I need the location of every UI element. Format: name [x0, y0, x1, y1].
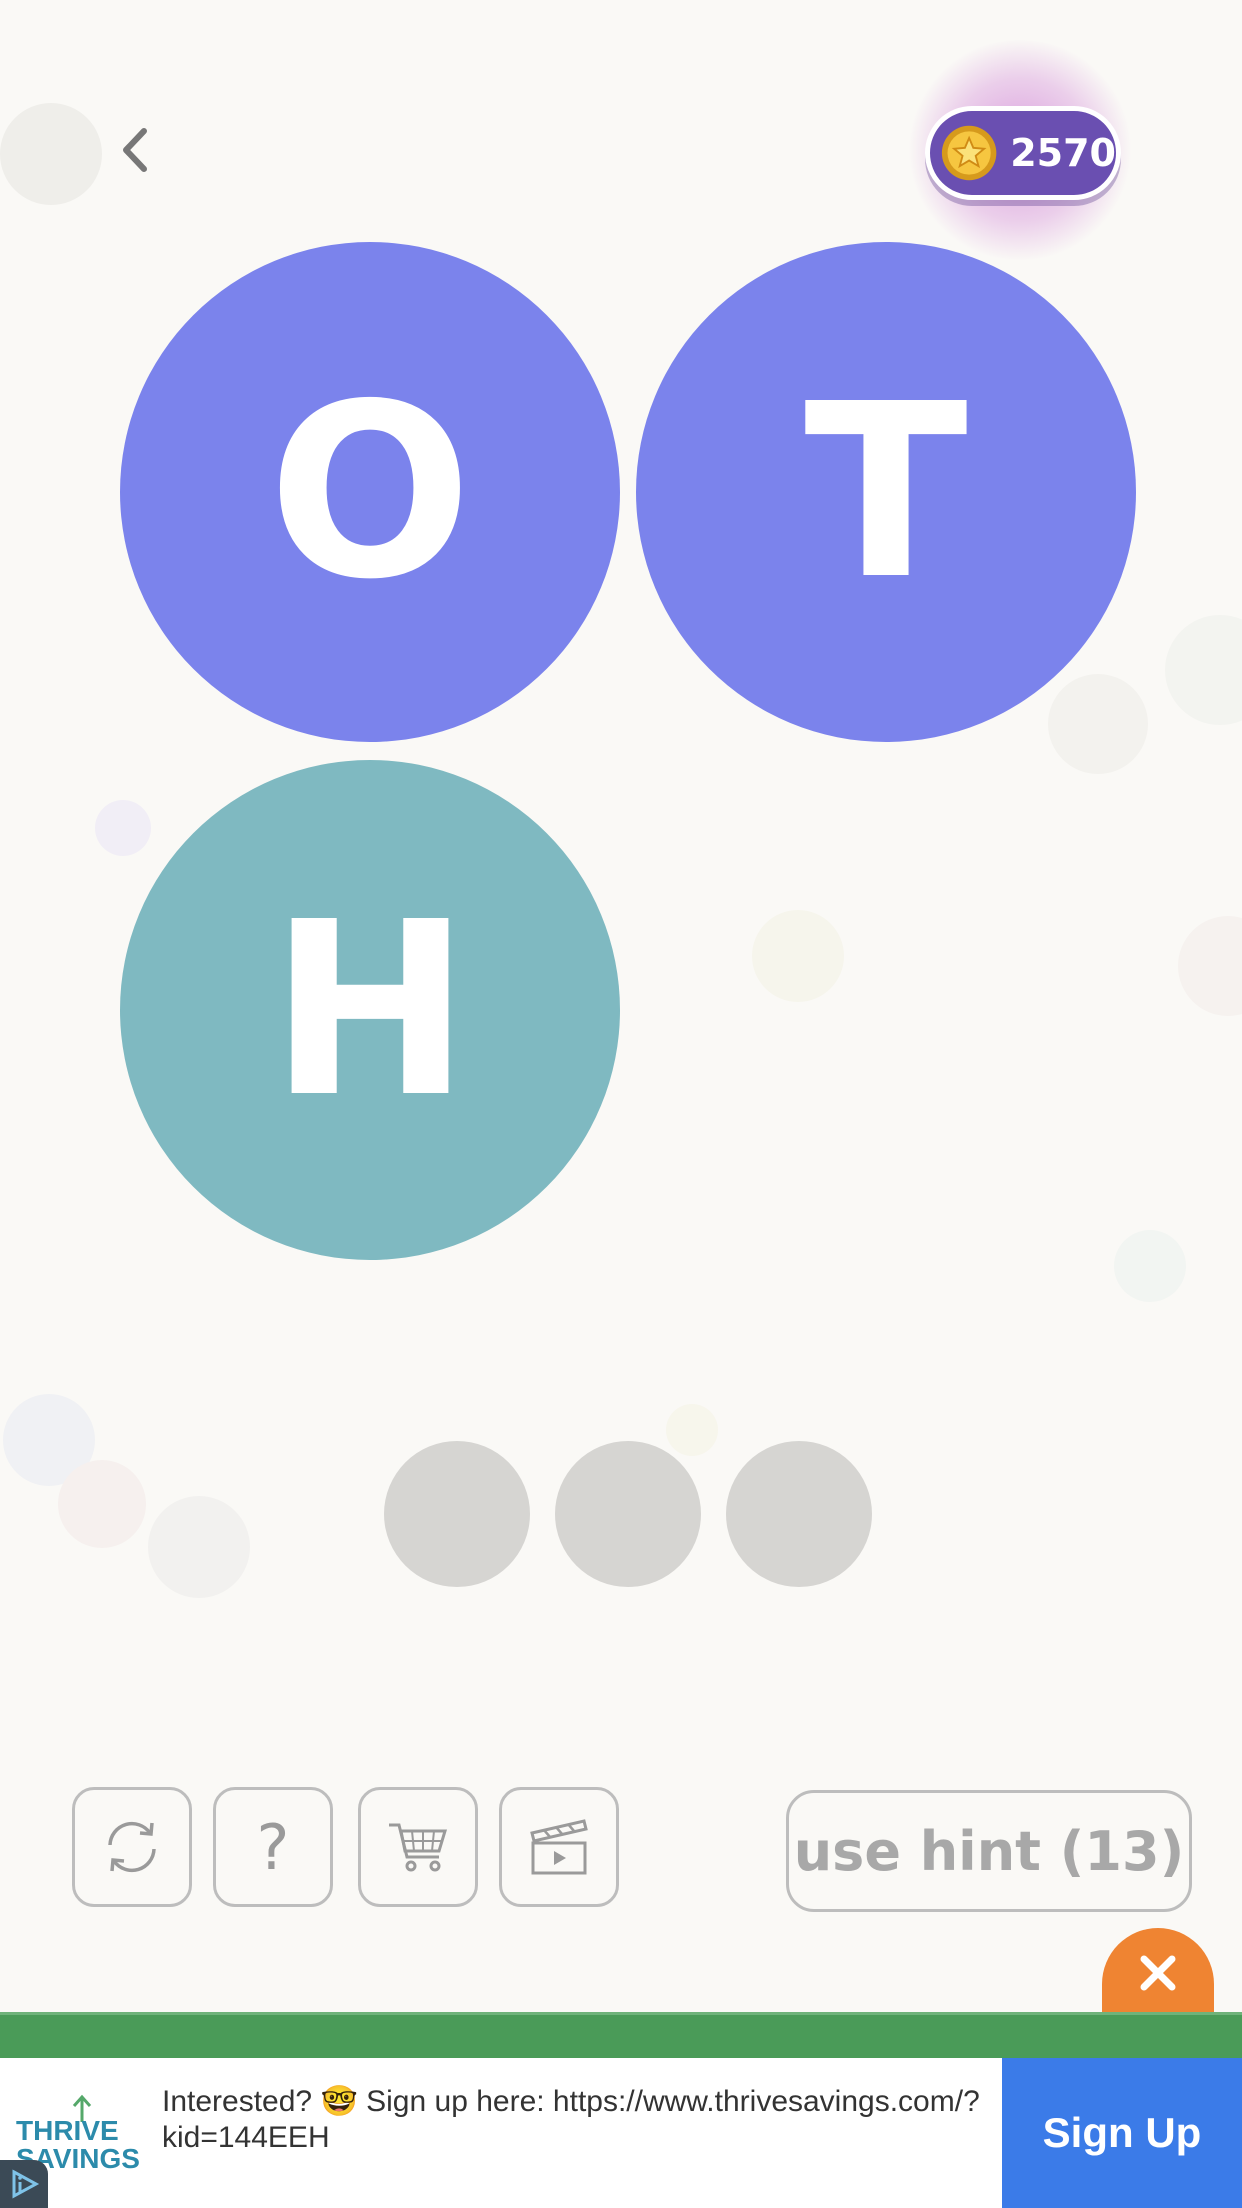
- answer-slot-1[interactable]: [384, 1441, 530, 1587]
- background-bubble: [1165, 615, 1242, 725]
- background-bubble: [0, 103, 102, 205]
- ad-close-button[interactable]: [1102, 1928, 1214, 2018]
- question-mark-icon: ?: [256, 1810, 290, 1884]
- shop-button[interactable]: [358, 1787, 478, 1907]
- background-bubble: [1178, 916, 1242, 1016]
- shuffle-button[interactable]: [72, 1787, 192, 1907]
- video-button[interactable]: [499, 1787, 619, 1907]
- tile-letter: O: [267, 352, 473, 632]
- close-x-icon: [1140, 1955, 1176, 1991]
- ad-divider: [0, 2012, 1242, 2058]
- tile-letter: T: [804, 352, 968, 632]
- background-bubble: [752, 910, 844, 1002]
- answer-slot-2[interactable]: [555, 1441, 701, 1587]
- ad-text: Interested? 🤓 Sign up here: https://www.…: [162, 2085, 980, 2154]
- background-bubble: [666, 1404, 718, 1456]
- letter-tile-t[interactable]: T: [636, 242, 1136, 742]
- chevron-left-icon: [123, 128, 147, 172]
- background-bubble: [148, 1496, 250, 1598]
- refresh-arrows-icon: [108, 1821, 156, 1873]
- use-hint-button[interactable]: use hint (13): [786, 1790, 1192, 1912]
- answer-slot-3[interactable]: [726, 1441, 872, 1587]
- letter-tile-o[interactable]: O: [120, 242, 620, 742]
- tile-letter: H: [269, 870, 471, 1150]
- ad-choices-button[interactable]: [0, 2160, 48, 2208]
- coin-balance[interactable]: 2570: [925, 106, 1121, 200]
- sign-up-button[interactable]: Sign Up: [1002, 2058, 1242, 2208]
- ad-banner[interactable]: THRIVE SAVINGS Interested? 🤓 Sign up her…: [0, 2058, 1242, 2208]
- background-bubble: [1048, 674, 1148, 774]
- svg-text:THRIVE: THRIVE: [16, 2115, 119, 2146]
- help-button[interactable]: ?: [213, 1787, 333, 1907]
- back-button[interactable]: [110, 120, 160, 180]
- gold-star-coin-icon: [941, 125, 997, 181]
- background-bubble: [58, 1460, 146, 1548]
- clapperboard-icon: [530, 1819, 588, 1875]
- shopping-cart-icon: [389, 1823, 448, 1872]
- ad-choices-icon: [12, 2169, 40, 2199]
- coin-count: 2570: [1010, 131, 1116, 175]
- background-bubble: [95, 800, 151, 856]
- background-bubble: [1114, 1230, 1186, 1302]
- letter-tile-h[interactable]: H: [120, 760, 620, 1260]
